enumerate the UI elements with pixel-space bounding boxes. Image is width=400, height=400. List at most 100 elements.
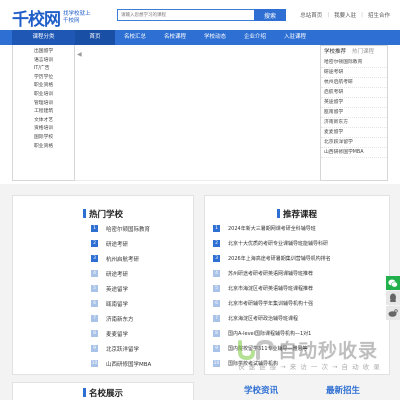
recommend-item[interactable]: 麦麦留学 <box>321 128 387 138</box>
rank-badge: 1 <box>213 225 220 232</box>
category-item[interactable]: 职业资格 <box>13 82 74 91</box>
list-item[interactable]: 1 2024年新大三暑期网课考研全科辅导班 <box>213 221 331 236</box>
search-bar: 搜索 <box>117 9 286 21</box>
rank-badge: 1 <box>91 225 98 232</box>
category-panel: 出国留学 语言培训 IT/广告 学历学位 职业资格 职业培训 管理培训 工程建筑… <box>12 45 75 181</box>
nav-item-join[interactable]: 入驻课程 <box>275 30 315 45</box>
wechat-icon <box>388 279 398 287</box>
watermark-logo-icon <box>238 339 274 360</box>
rank-badge: 8 <box>213 330 220 337</box>
tab-hot-courses[interactable]: 热门课程 <box>352 46 374 58</box>
rank-badge: 4 <box>213 270 220 277</box>
share-sidebar <box>386 276 400 321</box>
top-link-home[interactable]: 总站首页 <box>300 11 322 19</box>
category-item[interactable]: 工程建筑 <box>13 108 74 117</box>
top-link-join[interactable]: 我要入驻 <box>334 11 356 19</box>
list-item[interactable]: 2 研途考研 <box>91 236 151 251</box>
banner-slider[interactable]: ◀ <box>75 45 320 181</box>
top-link-cooperate[interactable]: 招生合作 <box>368 11 390 19</box>
list-item[interactable]: 9 北京跃洋留学 <box>91 341 151 356</box>
nav-item-news[interactable]: 学校动态 <box>195 30 235 45</box>
new-enrollment-heading[interactable]: 最新招生 <box>326 384 360 396</box>
recommend-item[interactable]: 哈密尔顿国际教育 <box>321 58 387 68</box>
rank-badge: 7 <box>91 315 98 322</box>
rank-badge: 3 <box>91 255 98 262</box>
divider: | <box>327 12 330 18</box>
list-item[interactable]: 3 2026年上海高途考研暑期集训营辅导机构排名 <box>213 251 331 266</box>
wechat-share-button[interactable] <box>386 276 400 290</box>
recommend-item[interactable]: 研途考研 <box>321 68 387 78</box>
category-item[interactable]: 学历学位 <box>13 74 74 83</box>
list-item[interactable]: 3 杭州启航考研 <box>91 251 151 266</box>
search-input[interactable] <box>117 9 254 21</box>
hot-schools-list: 1 哈密尔顿国际教育 2 研途考研 3 杭州启航考研 4 研途考研 5 英途留学 6 瓯南留… <box>91 221 151 371</box>
category-item[interactable]: 国际学校 <box>13 134 74 143</box>
category-item[interactable]: 管理培训 <box>13 100 74 109</box>
list-item[interactable]: 5 英途留学 <box>91 281 151 296</box>
rank-badge: 2 <box>213 240 220 247</box>
list-item[interactable]: 7 济南新东方 <box>91 311 151 326</box>
logo-text: 千校网 <box>12 10 61 30</box>
hot-schools-heading: 热门学校 <box>13 208 193 220</box>
category-item[interactable]: 资格培训 <box>13 125 74 134</box>
recommend-item[interactable]: 杭州启航考研 <box>321 78 387 88</box>
recommend-item[interactable]: 山西研修国学MBA <box>321 148 387 158</box>
recommend-item[interactable]: 英途留学 <box>321 98 387 108</box>
list-item[interactable]: 10 山西研修国学MBA <box>91 356 151 371</box>
list-item[interactable]: 2 北京十大优质的考研专业课辅导班能辅导科研 <box>213 236 331 251</box>
rank-badge: 10 <box>91 360 98 367</box>
watermark: 自动秒收录 快 速 链 接 → 来 访 一 次 → 自 动 收 录 <box>236 336 386 371</box>
list-item[interactable]: 8 麦麦留学 <box>91 326 151 341</box>
nav-item-courses[interactable]: 名校课程 <box>155 30 195 45</box>
rank-badge: 2 <box>91 240 98 247</box>
logo-slogan: 找学校就上千校网 <box>63 10 91 24</box>
divider: | <box>361 12 363 18</box>
category-item[interactable]: 职业资格 <box>13 143 74 152</box>
banner-prev-arrow-icon[interactable]: ◀ <box>77 51 82 58</box>
site-logo[interactable]: 千校网 找学校就上千校网 <box>12 5 95 30</box>
rank-badge: 9 <box>91 345 98 352</box>
nav-item-about[interactable]: 企业介绍 <box>235 30 275 45</box>
list-item[interactable]: 4 研途考研 <box>91 266 151 281</box>
recommend-item[interactable]: 济南新东方 <box>321 118 387 128</box>
rank-badge: 9 <box>213 345 220 352</box>
recommend-item[interactable]: 瓯南留学 <box>321 108 387 118</box>
rank-badge: 5 <box>91 285 98 292</box>
school-showcase-panel: 名校展示 <box>12 382 194 400</box>
rank-badge: 6 <box>213 300 220 307</box>
weibo-icon <box>388 309 398 317</box>
recommend-item[interactable]: 启航考研 <box>321 88 387 98</box>
hot-schools-panel: 热门学校 1 哈密尔顿国际教育 2 研途考研 3 杭州启航考研 4 研途考研 5 英途留学… <box>12 195 194 375</box>
category-item[interactable]: 职业培训 <box>13 91 74 100</box>
qq-share-button[interactable] <box>386 291 400 305</box>
nav-item-home[interactable]: 首页 <box>75 30 115 45</box>
recommended-courses-heading: 推荐课程 <box>205 208 389 220</box>
list-item[interactable]: 6 瓯南留学 <box>91 296 151 311</box>
school-showcase-heading: 名校展示 <box>13 387 193 399</box>
recommend-item[interactable]: 北京跃洋留学 <box>321 138 387 148</box>
category-item[interactable]: IT/广告 <box>13 65 74 74</box>
rank-badge: 7 <box>213 315 220 322</box>
list-item[interactable]: 5 北京市海淀区考研英语辅导班课程推荐 <box>213 281 331 296</box>
top-links: 总站首页 | 我要入驻 | 招生合作 <box>300 11 390 19</box>
rank-badge: 8 <box>91 330 98 337</box>
rank-badge: 10 <box>213 360 220 367</box>
list-item[interactable]: 1 哈密尔顿国际教育 <box>91 221 151 236</box>
watermark-subtitle: 快 速 链 接 → 来 访 一 次 → 自 动 收 录 <box>238 363 381 371</box>
list-item[interactable]: 7 北京海淀区考研政治辅导班课程 <box>213 311 331 326</box>
watermark-title: 自动秒收录 <box>278 340 379 362</box>
category-item[interactable]: 出国留学 <box>13 48 74 57</box>
nav-item-schools[interactable]: 名校汇总 <box>115 30 155 45</box>
rank-badge: 3 <box>213 255 220 262</box>
list-item[interactable]: 6 北京市考研辅导学年集训辅导机构十强 <box>213 296 331 311</box>
list-item[interactable]: 4 苏州研途考研考研英语网课辅导班推荐 <box>213 266 331 281</box>
search-button[interactable]: 搜索 <box>254 9 286 21</box>
tab-school-recommend[interactable]: 学校推荐 <box>324 46 346 58</box>
category-item[interactable]: 语言培训 <box>13 57 74 66</box>
nav-category-toggle[interactable]: 课程分类 <box>12 30 75 45</box>
rank-badge: 5 <box>213 285 220 292</box>
weibo-share-button[interactable] <box>386 306 400 320</box>
main-nav: 课程分类 首页 名校汇总 名校课程 学校动态 企业介绍 入驻课程 <box>0 30 400 45</box>
school-news-heading[interactable]: 学校资讯 <box>244 384 278 396</box>
category-item[interactable]: 文体才艺 <box>13 117 74 126</box>
